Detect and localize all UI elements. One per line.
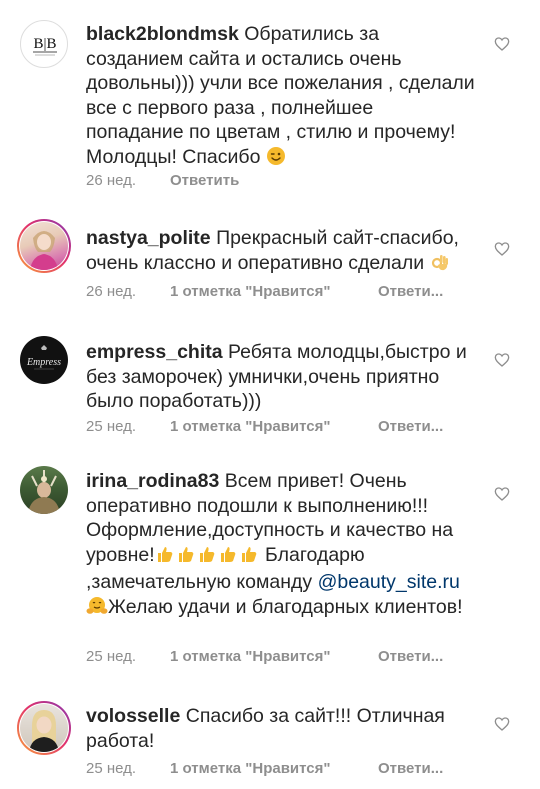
comment-meta: 25 нед. 1 отметка "Нравится" Ответи... [86, 760, 443, 777]
wink-emoji-icon [266, 146, 286, 173]
comment-text: black2blondmsk Обратились за созданием с… [86, 22, 476, 173]
mention-link[interactable]: @beauty_site.ru [318, 571, 460, 593]
reply-button[interactable]: Ответи... [378, 760, 443, 777]
avatar[interactable] [20, 222, 68, 270]
avatar[interactable]: Empress [20, 336, 68, 384]
reply-button[interactable]: Ответи... [378, 418, 443, 435]
comment-text: empress_chita Ребята молодцы,быстро и бе… [86, 340, 476, 414]
reply-button[interactable]: Ответить [170, 172, 239, 189]
likes-count-link[interactable]: 1 отметка "Нравится" [170, 418, 378, 435]
svg-text:Empress: Empress [26, 357, 61, 368]
ok-hand-emoji-icon [430, 252, 450, 279]
comment-text: nastya_polite Прекрасный сайт-спасибо, о… [86, 226, 476, 278]
comment-time: 25 нед. [86, 648, 137, 665]
comment-username[interactable]: irina_rodina83 [86, 470, 219, 492]
comment-time: 26 нед. [86, 172, 137, 189]
likes-count-link[interactable]: 1 отметка "Нравится" [170, 648, 378, 665]
comment-username[interactable]: nastya_polite [86, 227, 211, 249]
comment-meta: 26 нед. Ответить [86, 172, 239, 189]
svg-text:B|B: B|B [33, 36, 56, 52]
comment-meta: 26 нед. 1 отметка "Нравится" Ответи... [86, 283, 443, 300]
like-heart-icon[interactable] [494, 36, 510, 52]
likes-count-link[interactable]: 1 отметка "Нравится" [170, 283, 378, 300]
comment-text: irina_rodina83 Всем привет! Очень операт… [86, 469, 476, 623]
reply-button[interactable]: Ответи... [378, 283, 443, 300]
comment-text: volosselle Спасибо за сайт!!! Отличная р… [86, 704, 476, 753]
comment-username[interactable]: black2blondmsk [86, 23, 239, 45]
comment-time: 25 нед. [86, 418, 137, 435]
like-heart-icon[interactable] [494, 241, 510, 257]
comment-body-end: Желаю удачи и благодарных клиентов! [108, 595, 463, 618]
likes-count-link[interactable]: 1 отметка "Нравится" [170, 760, 378, 777]
comment-username[interactable]: volosselle [86, 705, 180, 727]
avatar[interactable]: B|B [20, 20, 68, 68]
like-heart-icon[interactable] [494, 352, 510, 368]
comment-meta: 25 нед. 1 отметка "Нравится" Ответи... [86, 418, 443, 435]
comment-username[interactable]: empress_chita [86, 341, 223, 363]
comment-time: 26 нед. [86, 283, 137, 300]
avatar[interactable] [20, 466, 68, 514]
avatar[interactable] [20, 704, 68, 752]
hugging-emoji-icon [86, 596, 108, 623]
thumbs-up-emoji-icon [155, 544, 260, 571]
reply-button[interactable]: Ответи... [378, 648, 443, 665]
like-heart-icon[interactable] [494, 716, 510, 732]
comment-meta: 25 нед. 1 отметка "Нравится" Ответи... [86, 648, 443, 665]
like-heart-icon[interactable] [494, 486, 510, 502]
comment-time: 25 нед. [86, 760, 137, 777]
